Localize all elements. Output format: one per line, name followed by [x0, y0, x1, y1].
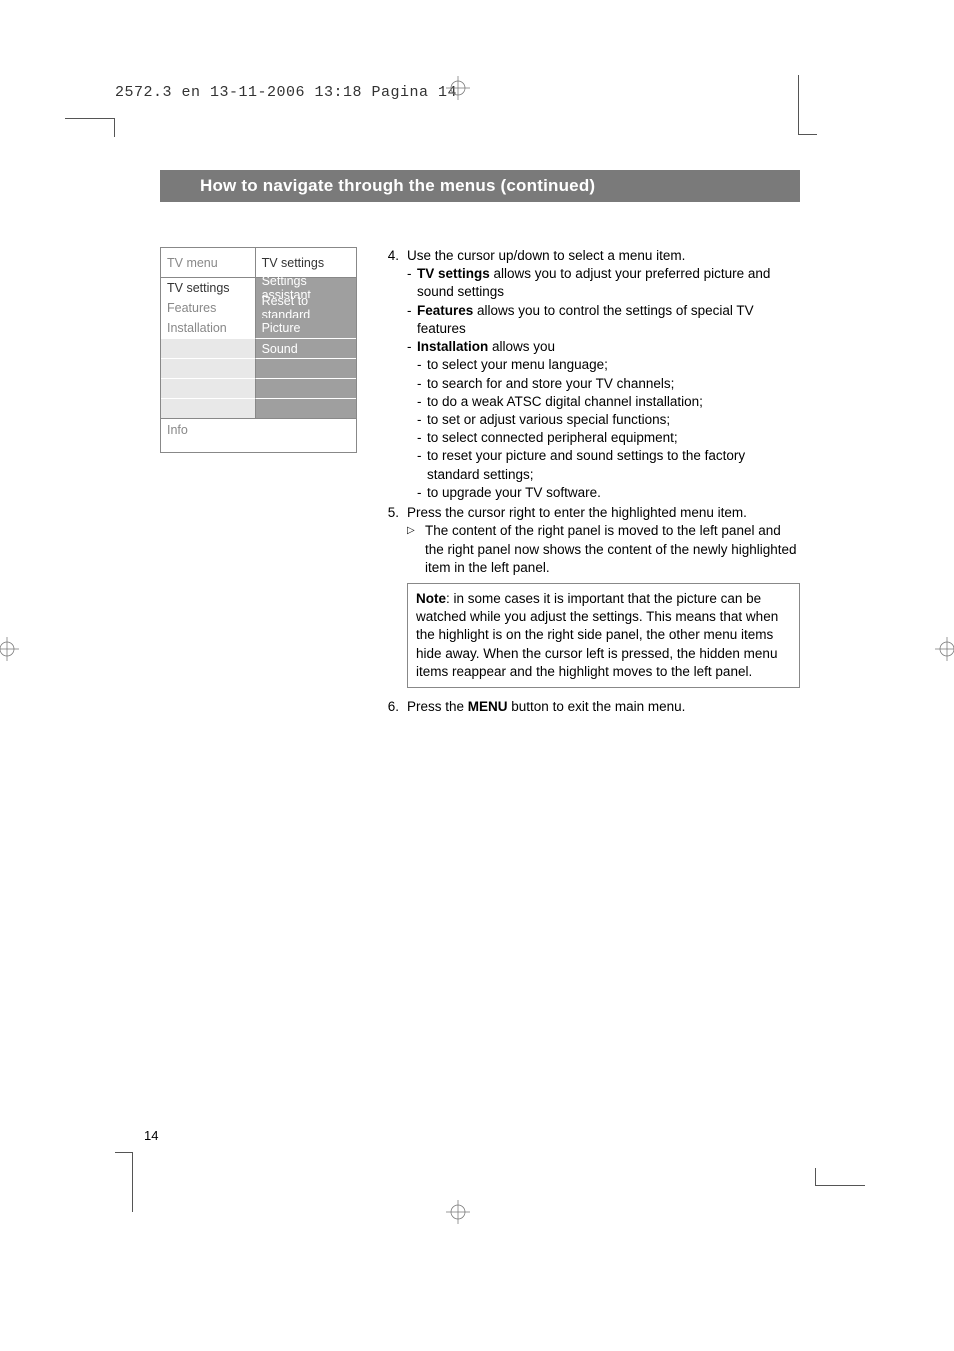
step-5-number: 5.: [385, 504, 407, 577]
registration-mark-right: [935, 637, 954, 661]
step-5-lead: Press the cursor right to enter the high…: [407, 504, 800, 522]
crop-corner-br: [815, 1168, 865, 1186]
registration-mark-top: [446, 76, 470, 100]
menu-illustration: TV menu TV settings TV settings Settings…: [160, 247, 357, 718]
menu-left-header: TV menu: [161, 248, 256, 278]
section-title: How to navigate through the menus (conti…: [160, 170, 800, 202]
step-4-number: 4.: [385, 247, 407, 502]
menu-subitem-sound: Sound: [256, 338, 356, 358]
step-5-detail: The content of the right panel is moved …: [425, 522, 800, 577]
crop-corner-tl: [65, 118, 115, 136]
page-number: 14: [144, 1128, 158, 1143]
crop-corner-bl: [115, 1152, 133, 1212]
registration-mark-bottom: [446, 1200, 470, 1224]
menu-subitem-reset: Reset to standard: [256, 298, 356, 318]
instructions-text: 4. Use the cursor up/down to select a me…: [385, 247, 800, 718]
triangle-bullet-icon: ▷: [407, 522, 425, 577]
registration-mark-left: [0, 637, 19, 661]
menu-info-label: Info: [161, 418, 356, 452]
header-crop-info: 2572.3 en 13-11-2006 13:18 Pagina 14: [115, 84, 457, 101]
menu-item-features: Features: [161, 298, 256, 318]
menu-item-installation: Installation: [161, 318, 256, 338]
crop-corner-tr: [798, 75, 816, 135]
note-box: Note: in some cases it is important that…: [407, 583, 800, 688]
step-4-lead: Use the cursor up/down to select a menu …: [407, 247, 800, 265]
menu-item-tv-settings: TV settings: [161, 278, 256, 298]
page-content: How to navigate through the menus (conti…: [160, 170, 800, 718]
step-6-number: 6.: [385, 698, 407, 716]
step-6-text: Press the MENU button to exit the main m…: [407, 698, 800, 716]
menu-subitem-picture: Picture: [256, 318, 356, 338]
